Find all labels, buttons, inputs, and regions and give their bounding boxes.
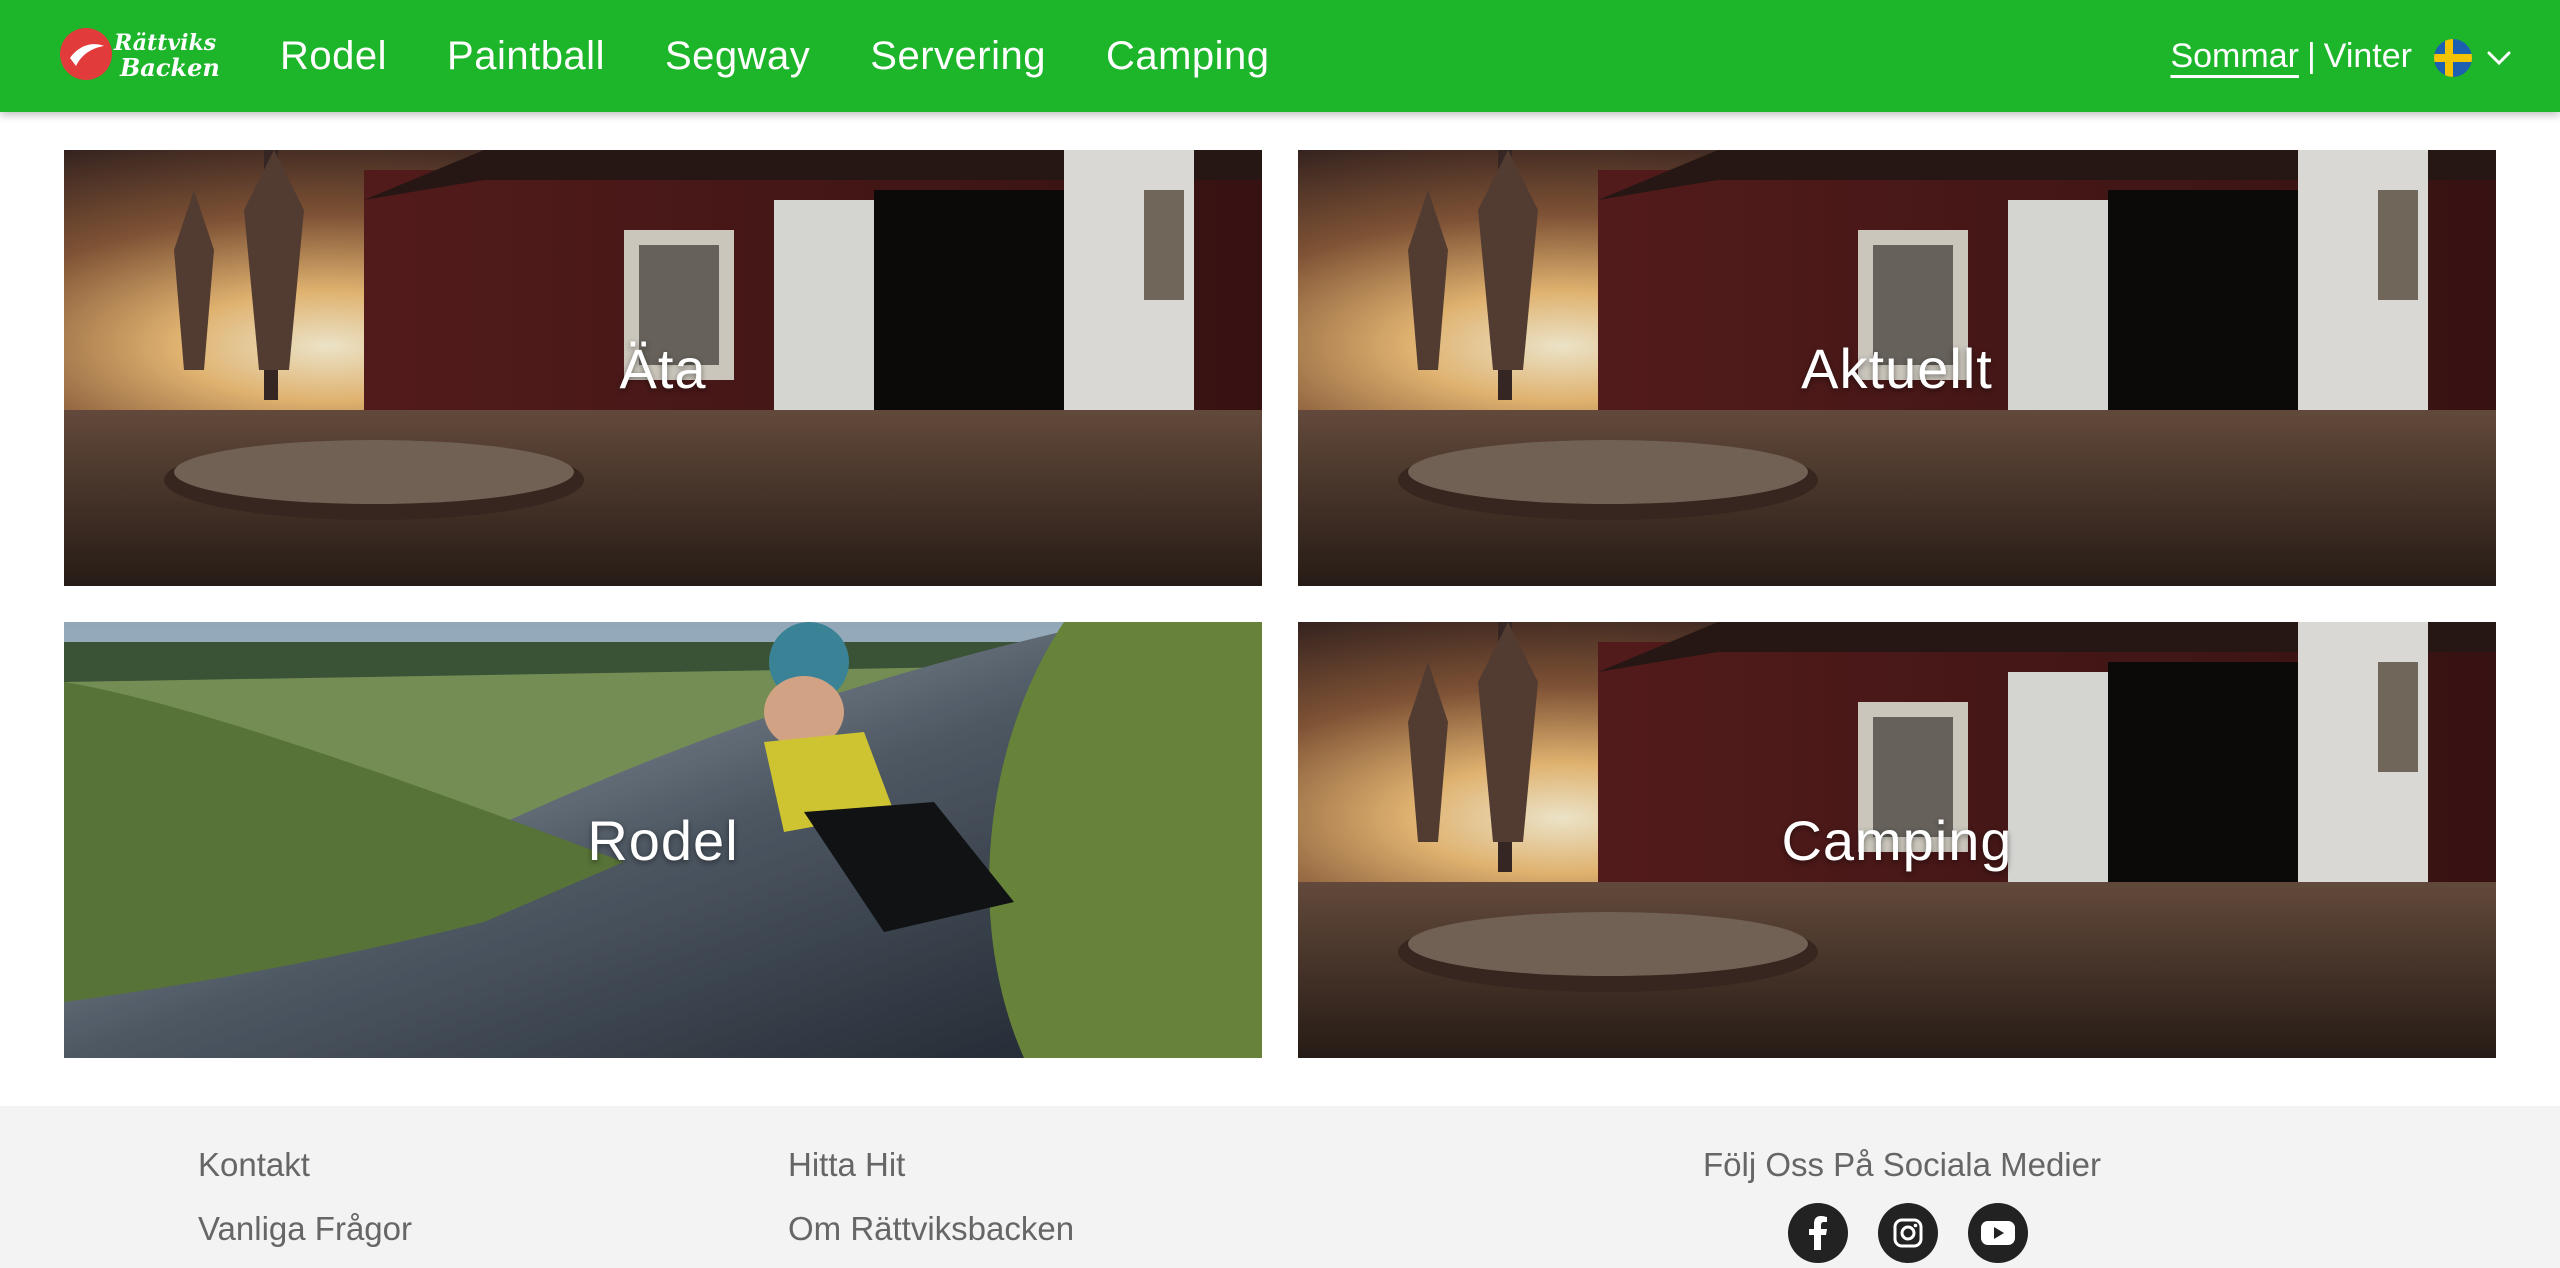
season-sommar-link[interactable]: Sommar — [2170, 37, 2298, 76]
social-links — [1788, 1203, 2028, 1263]
nav-item-servering[interactable]: Servering — [870, 34, 1046, 79]
tile-aktuellt[interactable]: Aktuellt — [1298, 150, 2496, 586]
main-nav: Rodel Paintball Segway Servering Camping — [280, 0, 1330, 112]
site-footer: Kontakt Vanliga Frågor Hitta Hit Om Rätt… — [0, 1106, 2560, 1268]
chevron-down-icon — [2487, 51, 2511, 66]
footer-link-vanliga-fragor[interactable]: Vanliga Frågor — [198, 1210, 412, 1248]
tile-label: Aktuellt — [1801, 336, 1993, 400]
season-separator: | — [2306, 36, 2316, 75]
tile-rodel[interactable]: Rodel — [64, 622, 1262, 1058]
footer-link-om-rattviksbacken[interactable]: Om Rättviksbacken — [788, 1210, 1074, 1248]
footer-column-2: Hitta Hit Om Rättviksbacken — [788, 1146, 1074, 1268]
tile-label: Äta — [619, 336, 707, 400]
swedish-flag-icon — [2434, 39, 2472, 77]
instagram-icon[interactable] — [1878, 1203, 1938, 1263]
youtube-icon[interactable] — [1968, 1203, 2028, 1263]
language-selector[interactable] — [2434, 38, 2518, 78]
season-switch: Sommar | Vinter — [2170, 0, 2412, 112]
nav-item-paintball[interactable]: Paintball — [447, 34, 605, 79]
tile-ata[interactable]: Äta — [64, 150, 1262, 586]
nav-item-segway[interactable]: Segway — [665, 34, 810, 79]
season-vinter-link[interactable]: Vinter — [2324, 37, 2412, 76]
footer-link-kontakt[interactable]: Kontakt — [198, 1146, 412, 1184]
nav-item-rodel[interactable]: Rodel — [280, 34, 387, 79]
svg-text:Backen: Backen — [119, 53, 220, 82]
rattviksbacken-logo[interactable]: Rättviks Backen — [56, 24, 224, 84]
nav-item-camping[interactable]: Camping — [1106, 34, 1270, 79]
tile-label: Rodel — [587, 808, 739, 872]
social-title: Följ Oss På Sociala Medier — [1703, 1146, 2101, 1183]
tile-camping[interactable]: Camping — [1298, 622, 2496, 1058]
footer-link-hitta-hit[interactable]: Hitta Hit — [788, 1146, 1074, 1184]
site-header: Rättviks Backen Rodel Paintball Segway S… — [0, 0, 2560, 112]
facebook-icon[interactable] — [1788, 1203, 1848, 1263]
footer-column-1: Kontakt Vanliga Frågor — [198, 1146, 412, 1268]
tile-label: Camping — [1781, 808, 2013, 872]
